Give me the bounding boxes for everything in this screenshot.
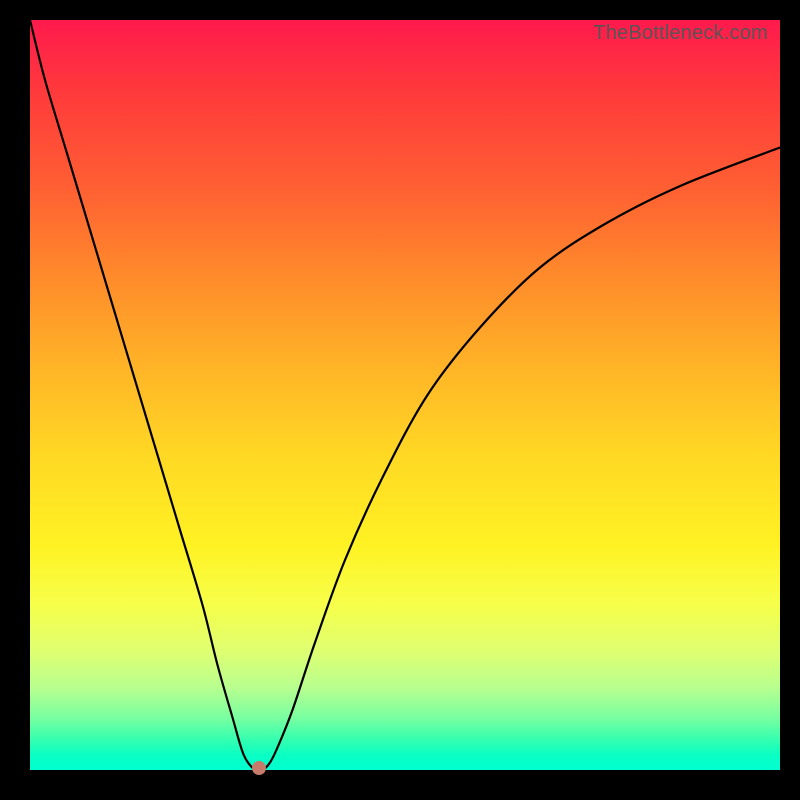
chart-frame: TheBottleneck.com xyxy=(0,0,800,800)
plot-area: TheBottleneck.com xyxy=(30,20,780,770)
optimum-marker xyxy=(252,761,266,775)
bottleneck-curve xyxy=(30,20,780,771)
curve-svg xyxy=(30,20,780,770)
